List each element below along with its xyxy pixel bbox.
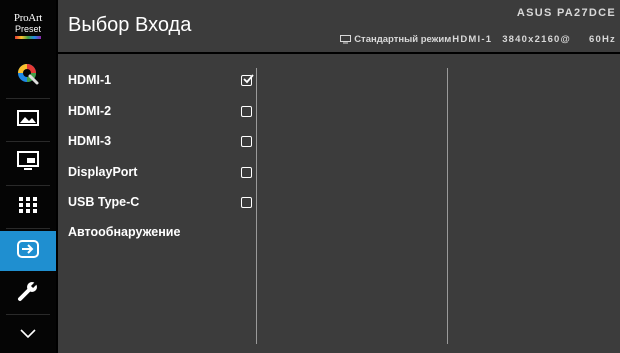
input-option-usb-type-c[interactable]: USB Type-C <box>68 188 258 216</box>
page-title: Выбор Входа <box>68 14 192 36</box>
checkbox[interactable] <box>241 196 252 208</box>
status-refresh: 60Hz <box>589 34 616 45</box>
sidebar-item-system[interactable] <box>0 273 56 313</box>
sidebar-item-input-select[interactable] <box>0 231 56 271</box>
option-label: Автообнаружение <box>68 225 181 239</box>
landscape-image-icon <box>17 109 39 132</box>
proart-preset-logo[interactable]: ProArt Preset <box>0 0 56 52</box>
checkbox[interactable] <box>241 166 252 178</box>
checkbox[interactable] <box>241 135 252 147</box>
sidebar-divider <box>6 141 50 142</box>
sidebar-item-pip[interactable] <box>0 143 56 183</box>
status-resolution: 3840x2160@ <box>502 34 572 45</box>
input-option-displayport[interactable]: DisplayPort <box>68 158 258 186</box>
sidebar: ProArt Preset <box>0 0 56 353</box>
checkbox-checked[interactable] <box>241 73 254 86</box>
sidebar-divider <box>6 185 50 186</box>
status-mode: Стандартный режим <box>354 34 452 45</box>
monitor-icon <box>340 35 352 44</box>
main-panel: HDMI-1 HDMI-2 HDMI-3 DisplayPort USB Typ… <box>56 52 620 353</box>
header-bar: Выбор Входа ASUS PA27DCE Стандартный реж… <box>56 0 620 52</box>
sidebar-item-image[interactable] <box>0 100 56 140</box>
sidebar-divider <box>6 228 50 229</box>
input-icon <box>16 239 40 264</box>
option-label: HDMI-2 <box>68 104 112 118</box>
column-divider <box>447 68 448 344</box>
input-option-hdmi-2[interactable]: HDMI-2 <box>68 97 258 125</box>
sidebar-item-quick-fit[interactable] <box>0 187 56 227</box>
sidebar-divider <box>6 314 50 315</box>
sidebar-divider <box>6 98 50 99</box>
input-option-hdmi-3[interactable]: HDMI-3 <box>68 127 258 155</box>
status-source: HDMI-1 <box>452 34 493 45</box>
input-option-auto-detect[interactable]: Автообнаружение <box>68 218 258 246</box>
option-label: DisplayPort <box>68 165 138 179</box>
logo-line-2: Preset <box>14 24 41 34</box>
checkbox[interactable] <box>241 105 252 117</box>
osd-menu: ProArt Preset Выбор Входа ASUS PA27DCE С… <box>0 0 620 353</box>
sidebar-item-color[interactable] <box>0 56 56 96</box>
logo-color-bar <box>15 36 41 39</box>
check-icon <box>243 73 254 83</box>
chevron-down-icon <box>19 326 37 344</box>
palette-icon <box>16 62 40 91</box>
monitor-model: ASUS PA27DCE <box>516 7 616 19</box>
grid-icon <box>18 196 38 219</box>
picture-in-picture-icon <box>17 150 39 176</box>
option-label: USB Type-C <box>68 195 140 209</box>
option-label: HDMI-1 <box>68 73 112 87</box>
option-label: HDMI-3 <box>68 134 112 148</box>
status-line: Стандартный режим HDMI-1 3840x2160@ 60Hz <box>340 34 616 45</box>
logo-line-1: ProArt <box>13 12 43 24</box>
input-option-hdmi-1[interactable]: HDMI-1 <box>68 66 258 94</box>
sidebar-item-more[interactable] <box>0 316 56 353</box>
wrench-icon <box>17 279 40 307</box>
